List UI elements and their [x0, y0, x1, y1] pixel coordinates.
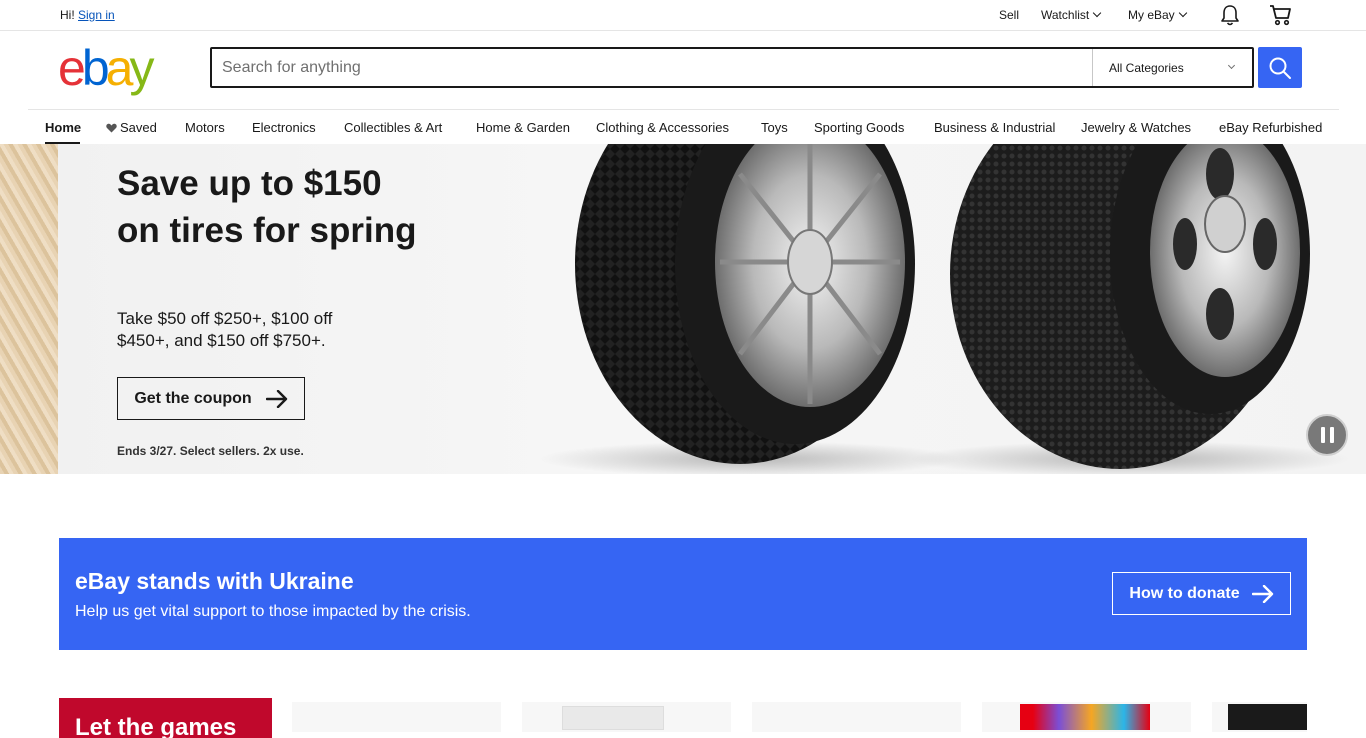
ebay-logo[interactable]: ebay	[58, 42, 178, 94]
logo-letter: b	[81, 40, 110, 96]
watchlist-menu[interactable]: Watchlist	[1041, 8, 1102, 22]
get-coupon-label: Get the coupon	[134, 389, 252, 407]
myebay-label: My eBay	[1128, 8, 1175, 22]
nav-item-sporting-goods[interactable]: Sporting Goods	[814, 120, 904, 135]
arrow-right-icon	[1251, 584, 1273, 603]
carousel-pause-button[interactable]	[1306, 414, 1348, 456]
chevron-down-icon	[1227, 61, 1236, 70]
tires-image	[540, 144, 1350, 474]
nav-item-home-garden[interactable]: Home & Garden	[476, 120, 570, 135]
search-button[interactable]	[1258, 47, 1302, 88]
product-image	[562, 706, 664, 730]
hero-subtitle: Take $50 off $250+, $100 off $450+, and …	[117, 309, 333, 350]
sell-label: Sell	[999, 8, 1020, 22]
ukraine-banner: eBay stands with Ukraine Help us get vit…	[59, 538, 1307, 650]
top-bar: Hi! Sign in Sell Watchlist My eBay	[0, 0, 1366, 31]
ukraine-title: eBay stands with Ukraine	[75, 568, 354, 594]
how-to-donate-label: How to donate	[1129, 584, 1240, 602]
greeting-text: Hi!	[60, 8, 75, 22]
ukraine-subtitle: Help us get vital support to those impac…	[75, 603, 471, 620]
nav-item-electronics[interactable]: Electronics	[252, 120, 316, 135]
notification-bell-icon[interactable]	[1218, 3, 1242, 27]
hero-banner[interactable]: Save up to $150 on tires for spring Take…	[0, 144, 1366, 474]
hero-prev-slide-peek	[0, 144, 58, 474]
myebay-menu[interactable]: My eBay	[1128, 8, 1187, 22]
logo-letter: e	[58, 40, 86, 96]
greeting: Hi! Sign in	[60, 8, 115, 22]
logo-letter: y	[129, 40, 154, 96]
promo-tile[interactable]: Let the games	[59, 698, 272, 738]
arrow-right-icon	[265, 389, 287, 408]
hero-fine-print: Ends 3/27. Select sellers. 2x use.	[117, 444, 304, 458]
nav-item-saved[interactable]: Saved	[106, 120, 157, 135]
how-to-donate-button[interactable]: How to donate	[1112, 572, 1291, 615]
watchlist-label: Watchlist	[1041, 8, 1090, 22]
nav-item-clothing[interactable]: Clothing & Accessories	[596, 120, 729, 135]
logo-letter: a	[105, 40, 134, 96]
chevron-down-icon	[1178, 8, 1187, 18]
category-nav: Home Saved Motors Electronics Collectibl…	[28, 109, 1339, 144]
hero-title: Save up to $150 on tires for spring	[117, 164, 417, 250]
category-select[interactable]: All Categories	[1092, 49, 1252, 86]
nav-item-business[interactable]: Business & Industrial	[934, 120, 1055, 135]
nav-item-toys[interactable]: Toys	[761, 120, 788, 135]
nav-item-refurbished[interactable]: eBay Refurbished	[1219, 120, 1322, 135]
promo-tile-label: Let the games	[75, 714, 237, 738]
pause-icon	[1320, 427, 1325, 443]
sell-link[interactable]: Sell	[999, 8, 1019, 22]
nav-item-jewelry[interactable]: Jewelry & Watches	[1081, 120, 1191, 135]
nav-item-collectibles[interactable]: Collectibles & Art	[344, 120, 442, 135]
cart-icon[interactable]	[1269, 3, 1293, 27]
product-image	[1020, 704, 1150, 730]
nav-item-saved-label: Saved	[120, 120, 157, 135]
nav-item-motors[interactable]: Motors	[185, 120, 225, 135]
category-select-label: All Categories	[1109, 60, 1184, 75]
search-input[interactable]	[212, 49, 1092, 86]
get-coupon-button[interactable]: Get the coupon	[117, 377, 305, 420]
signin-link[interactable]: Sign in	[78, 8, 115, 22]
search-icon	[1269, 57, 1291, 79]
nav-item-home[interactable]: Home	[45, 120, 81, 135]
heart-icon	[106, 123, 117, 133]
product-image	[1228, 704, 1307, 730]
search-bar: All Categories	[210, 47, 1254, 88]
pause-icon	[1329, 427, 1334, 443]
chevron-down-icon	[1092, 8, 1102, 18]
